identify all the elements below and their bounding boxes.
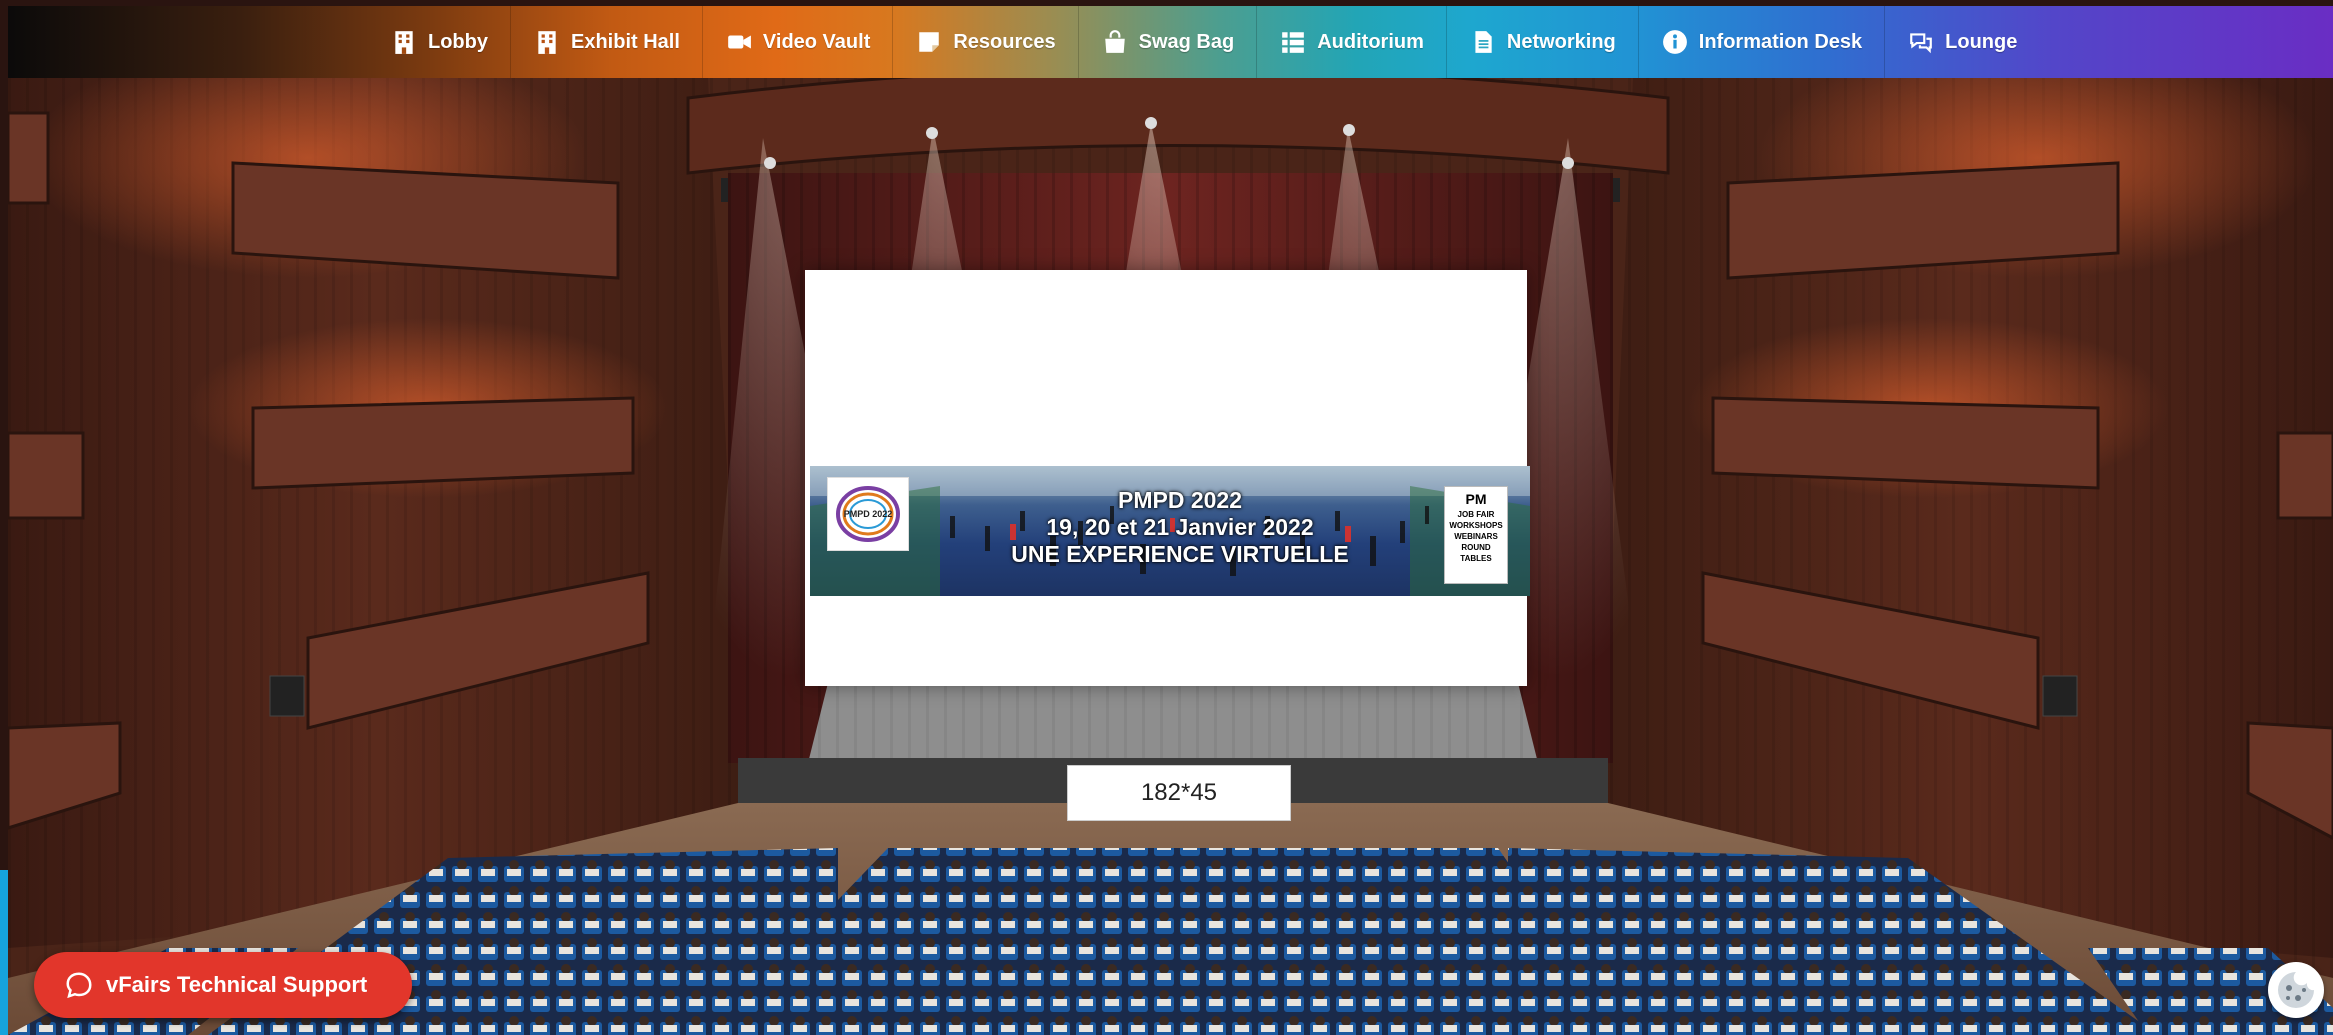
nav-item-video-vault[interactable]: Video Vault (703, 6, 894, 78)
left-edge-strip (0, 870, 8, 1035)
nav-item-label: Lobby (428, 30, 488, 53)
pm-activity: TABLES (1460, 554, 1492, 563)
nav-item-label: Exhibit Hall (571, 30, 680, 53)
technical-support-button[interactable]: vFairs Technical Support (34, 952, 412, 1018)
pm-activity: JOB FAIR (1457, 510, 1495, 519)
top-navigation-bar: Lobby Exhibit Hall Video Vault Resources… (8, 6, 2333, 78)
list-icon (1279, 28, 1307, 56)
info-circle-icon (1661, 28, 1689, 56)
event-tagline: UNE EXPERIENCE VIRTUELLE (1011, 541, 1349, 567)
nav-item-lobby[interactable]: Lobby (368, 6, 511, 78)
pm-activities-box: PM JOB FAIR WORKSHOPS WEBINARS ROUND TAB… (1444, 486, 1508, 584)
document-icon (1469, 28, 1497, 56)
building-icon (533, 28, 561, 56)
nav-item-lounge[interactable]: Lounge (1885, 6, 2039, 78)
placard-text: 182*45 (1140, 779, 1218, 806)
nav-item-exhibit-hall[interactable]: Exhibit Hall (511, 6, 703, 78)
pmpd-logo: PMPD 2022 (827, 477, 909, 551)
nav-item-label: Video Vault (762, 30, 871, 53)
event-banner: PMPD 2022 PMPD 2022 19, 20 et 21 Janvier… (810, 466, 1530, 596)
pm-title: PM (1465, 491, 1487, 507)
video-camera-icon (725, 28, 753, 56)
nav-item-label: Information Desk (1698, 30, 1863, 53)
auditorium-scene: PMPD 2022 PMPD 2022 19, 20 et 21 Janvier… (8, 78, 2333, 1035)
nav-item-label: Auditorium (1317, 30, 1424, 53)
banner-headline: PMPD 2022 19, 20 et 21 Janvier 2022 UNE … (980, 486, 1380, 568)
nav-item-information-desk[interactable]: Information Desk (1639, 6, 1886, 78)
nav-item-swag-bag[interactable]: Swag Bag (1079, 6, 1258, 78)
nav-item-label: Resources (953, 30, 1056, 53)
nav-item-networking[interactable]: Networking (1447, 6, 1639, 78)
nav-item-label: Networking (1506, 30, 1616, 53)
nav-item-resources[interactable]: Resources (893, 6, 1079, 78)
building-icon (390, 28, 418, 56)
nav-item-auditorium[interactable]: Auditorium (1257, 6, 1447, 78)
chat-bubble-icon (66, 972, 92, 999)
pm-activities-list: JOB FAIR WORKSHOPS WEBINARS ROUND TABLES (1445, 509, 1507, 564)
cookie-settings-button[interactable] (2268, 962, 2324, 1018)
sticky-note-icon (915, 28, 943, 56)
pm-activity: ROUND (1461, 543, 1491, 552)
support-label: vFairs Technical Support (106, 972, 368, 997)
event-name: PMPD 2022 (1117, 487, 1242, 513)
projection-screen: PMPD 2022 PMPD 2022 19, 20 et 21 Janvier… (805, 270, 1530, 686)
pm-activity: WORKSHOPS (1449, 521, 1503, 530)
nav-menu: Lobby Exhibit Hall Video Vault Resources… (368, 6, 2039, 78)
nav-item-label: Lounge (1945, 30, 2018, 53)
nav-item-label: Swag Bag (1138, 30, 1235, 53)
event-dates: 19, 20 et 21 Janvier 2022 (1046, 514, 1314, 540)
logo-text: PMPD 2022 (844, 509, 893, 519)
cookie-icon (2278, 972, 2314, 1008)
chat-bubbles-icon (1907, 28, 1935, 56)
shopping-bag-icon (1101, 28, 1129, 56)
podium-placard[interactable]: 182*45 (1067, 765, 1291, 821)
pm-activity: WEBINARS (1454, 532, 1498, 541)
